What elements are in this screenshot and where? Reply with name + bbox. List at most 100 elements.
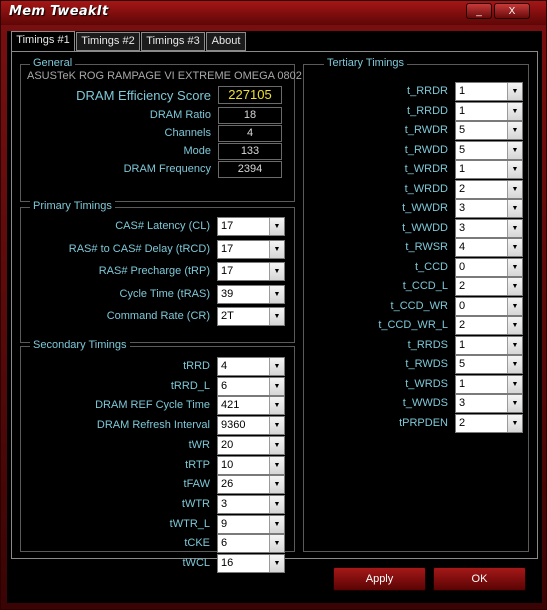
t-wrds-value: 1 (459, 377, 466, 390)
tab-timings-1[interactable]: Timings #1 (11, 31, 75, 52)
close-button[interactable]: X (494, 3, 530, 19)
t-ccd-l-select[interactable]: 2 ▼ (455, 277, 523, 296)
chevron-down-icon[interactable]: ▼ (269, 456, 284, 474)
ok-button[interactable]: OK (433, 567, 526, 591)
channels-value: 4 (218, 125, 282, 142)
chevron-down-icon[interactable]: ▼ (507, 375, 522, 393)
chevron-down-icon[interactable]: ▼ (507, 161, 522, 178)
title-bar[interactable]: Mem TweakIt _ X (1, 1, 546, 25)
t-wwds-select[interactable]: 3 ▼ (455, 394, 523, 413)
mem-tweakit-window: Mem TweakIt _ X Timings #1 Timings #2 Ti… (0, 0, 547, 610)
twcl-select[interactable]: 16 ▼ (217, 554, 285, 573)
t-rwsr-select[interactable]: 4 ▼ (455, 238, 523, 257)
chevron-down-icon[interactable]: ▼ (507, 258, 522, 276)
command-rate-cr-select[interactable]: 2T ▼ (217, 307, 285, 326)
twtr-l-value: 9 (221, 517, 228, 530)
chevron-down-icon[interactable]: ▼ (269, 240, 284, 258)
cas-latency-cl-label: CAS# Latency (CL) (115, 220, 210, 232)
tcke-select[interactable]: 6 ▼ (217, 534, 285, 554)
twr-select[interactable]: 20 ▼ (217, 435, 285, 455)
t-rrdr-select[interactable]: 1 ▼ (455, 82, 523, 101)
chevron-down-icon[interactable]: ▼ (507, 317, 522, 334)
chevron-down-icon[interactable]: ▼ (269, 495, 284, 513)
chevron-down-icon[interactable]: ▼ (507, 141, 522, 159)
t-wrds-select[interactable]: 1 ▼ (455, 374, 523, 394)
t-rwdr-value: 5 (459, 124, 466, 136)
primary-title: Primary Timings (30, 200, 115, 212)
chevron-down-icon[interactable]: ▼ (507, 200, 522, 217)
secondary-title: Secondary Timings (30, 339, 130, 351)
tprpden-value: 2 (459, 416, 466, 429)
apply-button[interactable]: Apply (333, 567, 426, 591)
t-wwdd-select[interactable]: 3 ▼ (455, 218, 523, 238)
tab-timings-3[interactable]: Timings #3 (141, 32, 205, 51)
trrd-l-label: tRRD_L (170, 379, 210, 392)
chevron-down-icon[interactable]: ▼ (507, 395, 522, 412)
t-rwdd-select[interactable]: 5 ▼ (455, 140, 523, 160)
t-rwsr-label: t_RWSR (405, 241, 448, 253)
chevron-down-icon[interactable]: ▼ (507, 180, 522, 198)
chevron-down-icon[interactable]: ▼ (507, 278, 522, 295)
t-wwdd-value: 3 (459, 221, 466, 234)
ras-to-cas-delay-trcd-select[interactable]: 17 ▼ (217, 239, 285, 259)
chevron-down-icon[interactable]: ▼ (507, 356, 522, 373)
t-ccd-wr-label: t_CCD_WR (390, 299, 448, 312)
t-ccd-wr-value: 0 (459, 299, 466, 312)
t-rwdr-select[interactable]: 5 ▼ (455, 121, 523, 140)
chevron-down-icon[interactable]: ▼ (269, 555, 284, 572)
t-rrdd-select[interactable]: 1 ▼ (455, 101, 523, 121)
chevron-down-icon[interactable]: ▼ (269, 358, 284, 375)
t-wwdr-select[interactable]: 3 ▼ (455, 199, 523, 218)
chevron-down-icon[interactable]: ▼ (507, 414, 522, 432)
chevron-down-icon[interactable]: ▼ (507, 102, 522, 120)
t-ccd-select[interactable]: 0 ▼ (455, 257, 523, 277)
ras-precharge-trp-select[interactable]: 17 ▼ (217, 262, 285, 281)
chevron-down-icon[interactable]: ▼ (507, 122, 522, 139)
chevron-down-icon[interactable]: ▼ (507, 336, 522, 354)
chevron-down-icon[interactable]: ▼ (269, 308, 284, 325)
chevron-down-icon[interactable]: ▼ (507, 219, 522, 237)
tfaw-select[interactable]: 26 ▼ (217, 475, 285, 495)
trtp-select[interactable]: 10 ▼ (217, 455, 285, 475)
chevron-down-icon[interactable]: ▼ (269, 397, 284, 415)
dram-refresh-interval-select[interactable]: 9360 ▼ (217, 416, 285, 436)
t-wrdd-select[interactable]: 2 ▼ (455, 179, 523, 199)
chevron-down-icon[interactable]: ▼ (269, 436, 284, 454)
t-rwds-select[interactable]: 5 ▼ (455, 355, 523, 374)
chevron-down-icon[interactable]: ▼ (269, 476, 284, 494)
chevron-down-icon[interactable]: ▼ (269, 263, 284, 280)
t-ccd-wr-l-select[interactable]: 2 ▼ (455, 316, 523, 335)
chevron-down-icon[interactable]: ▼ (507, 297, 522, 315)
t-ccd-l-label: t_CCD_L (402, 280, 448, 292)
trrd-select[interactable]: 4 ▼ (217, 357, 285, 376)
twtr-l-label: tWTR_L (169, 517, 210, 530)
board-name: ASUSTeK ROG RAMPAGE VI EXTREME OMEGA 080… (27, 70, 302, 82)
minimize-button[interactable]: _ (466, 3, 492, 19)
chevron-down-icon[interactable]: ▼ (269, 535, 284, 553)
chevron-down-icon[interactable]: ▼ (269, 377, 284, 395)
tprpden-select[interactable]: 2 ▼ (455, 413, 523, 433)
cycle-time-tras-select[interactable]: 39 ▼ (217, 284, 285, 304)
chevron-down-icon[interactable]: ▼ (507, 239, 522, 256)
t-wrds-label: t_WRDS (405, 377, 448, 390)
twtr-l-select[interactable]: 9 ▼ (217, 514, 285, 534)
twtr-select[interactable]: 3 ▼ (217, 494, 285, 514)
chevron-down-icon[interactable]: ▼ (269, 285, 284, 303)
chevron-down-icon[interactable]: ▼ (269, 417, 284, 435)
dram-ref-cycle-time-select[interactable]: 421 ▼ (217, 396, 285, 416)
chevron-down-icon[interactable]: ▼ (507, 83, 522, 100)
tab-timings-2[interactable]: Timings #2 (76, 32, 140, 51)
trrd-l-select[interactable]: 6 ▼ (217, 376, 285, 396)
t-rrds-select[interactable]: 1 ▼ (455, 335, 523, 355)
t-ccd-wr-select[interactable]: 0 ▼ (455, 296, 523, 316)
trrd-value: 4 (221, 360, 228, 372)
chevron-down-icon[interactable]: ▼ (269, 218, 284, 235)
cas-latency-cl-select[interactable]: 17 ▼ (217, 217, 285, 236)
tab-about[interactable]: About (206, 32, 246, 51)
mode-label: Mode (183, 145, 211, 157)
chevron-down-icon[interactable]: ▼ (269, 515, 284, 533)
t-wrdr-select[interactable]: 1 ▼ (455, 160, 523, 179)
twtr-label: tWTR (181, 497, 210, 510)
secondary-timings-group: Secondary Timings tRRD 4 ▼ tRRD_L 6 ▼ DRAM REF… (20, 339, 295, 573)
t-wrdd-value: 2 (459, 182, 466, 195)
